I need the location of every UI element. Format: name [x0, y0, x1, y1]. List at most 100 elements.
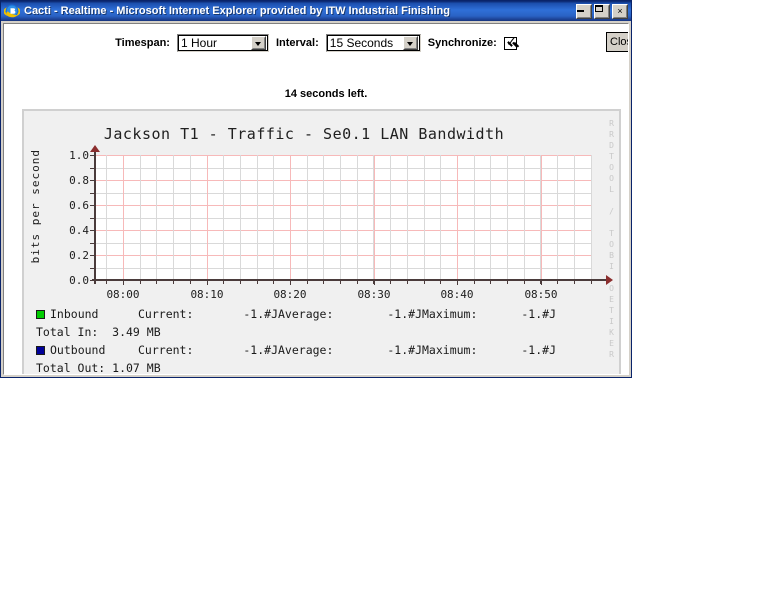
gridline-major-vertical [374, 155, 375, 280]
gridline-major-horizontal [95, 255, 592, 256]
legend-maximum-label: Maximum: [422, 307, 478, 321]
page-canvas: Timespan: 1 Hour Interval: 15 Seconds Sy… [3, 23, 629, 375]
gridline-major-horizontal [95, 155, 592, 156]
gridline-minor-vertical [440, 155, 441, 280]
gridline-minor-vertical [190, 155, 191, 280]
legend-color-swatch [36, 345, 45, 355]
y-axis-tick-label: 0.2 [69, 249, 89, 262]
gridline-minor-vertical [106, 155, 107, 280]
y-axis-tick-mark [90, 218, 95, 219]
gridline-major-horizontal [95, 205, 592, 206]
x-axis-tick-mark-minor [323, 281, 324, 284]
gridline-minor-vertical [540, 155, 541, 280]
chevron-down-icon[interactable] [402, 36, 418, 50]
synchronize-checkbox[interactable]: ✓ [503, 36, 517, 50]
legend-current-value: -1.#J [243, 307, 278, 321]
x-axis-tick-mark-minor [340, 281, 341, 284]
legend-average-value: -1.#J [387, 343, 422, 357]
browser-window: Cacti - Realtime - Microsoft Internet Ex… [0, 0, 632, 378]
timespan-select[interactable]: 1 Hour [176, 34, 269, 52]
graph-legend: Inbound Current: -1.#J Average: -1.#J Maximum… [36, 305, 616, 375]
x-axis-tick-mark-minor [273, 281, 274, 284]
legend-average-label: Average: [278, 343, 334, 357]
legend-row: Inbound Current: -1.#J Average: -1.#J Maximum… [36, 305, 616, 323]
x-axis-tick-mark-minor [123, 281, 124, 284]
legend-series-name: Outbound [50, 343, 106, 357]
y-axis-tick-label: 0.0 [69, 274, 89, 287]
gridline-minor-horizontal [95, 168, 592, 169]
gridline-minor-vertical [156, 155, 157, 280]
x-axis-line [92, 279, 607, 281]
minimize-button[interactable] [576, 3, 592, 19]
y-axis-tick-mark [90, 268, 95, 269]
x-axis-tick-mark-minor [524, 281, 525, 284]
x-axis-tick-label: 08:50 [524, 288, 558, 301]
y-axis-tick-mark [90, 193, 95, 194]
y-axis-tick-mark [90, 205, 95, 206]
legend-series-name: Inbound [50, 307, 99, 321]
internet-explorer-icon [4, 3, 20, 19]
close-button[interactable]: Close [606, 32, 628, 52]
gridline-minor-vertical [557, 155, 558, 280]
plot-area [95, 155, 592, 281]
x-axis-tick-mark-minor [373, 281, 374, 284]
x-axis-tick-mark-minor [457, 281, 458, 284]
y-axis-tick-label: 1.0 [69, 149, 89, 162]
gridline-minor-horizontal [95, 218, 592, 219]
y-axis-tick-mark [90, 255, 95, 256]
gridline-minor-vertical [390, 155, 391, 280]
gridline-minor-vertical [173, 155, 174, 280]
chevron-down-icon[interactable] [250, 36, 266, 50]
x-axis-tick-mark-minor [424, 281, 425, 284]
gridline-major-horizontal [95, 230, 592, 231]
legend-current-label: Current: [138, 307, 194, 321]
maximize-button[interactable] [594, 3, 610, 19]
gridline-minor-vertical [591, 155, 592, 280]
x-axis-tick-mark-minor [240, 281, 241, 284]
gridline-minor-vertical [507, 155, 508, 280]
x-axis-tick-mark-minor [173, 281, 174, 284]
legend-total-row: Total Out: 1.07 MB [36, 361, 161, 375]
gridline-major-vertical [207, 155, 208, 280]
x-axis-tick-label: 08:10 [190, 288, 224, 301]
legend-maximum-value: -1.#J [521, 343, 556, 357]
legend-current-value: -1.#J [243, 343, 278, 357]
y-axis-tick-label: 0.6 [69, 199, 89, 212]
x-axis-tick-mark-minor [156, 281, 157, 284]
y-axis-tick-mark [90, 168, 95, 169]
x-axis-tick-mark-minor [540, 281, 541, 284]
gridline-minor-vertical [340, 155, 341, 280]
x-axis-tick-label: 08:20 [273, 288, 307, 301]
countdown-text: 14 seconds left. [284, 88, 368, 100]
x-axis-tick-mark-minor [257, 281, 258, 284]
timespan-label: Timespan: [115, 37, 170, 49]
interval-select[interactable]: 15 Seconds [325, 34, 421, 52]
rrdtool-watermark: RRDTOOL / TOBI OETIKER [607, 119, 616, 361]
window-title-bar[interactable]: Cacti - Realtime - Microsoft Internet Ex… [1, 1, 631, 21]
x-axis-tick-mark-minor [223, 281, 224, 284]
y-axis-tick-label: 0.4 [69, 224, 89, 237]
x-axis-tick-mark-minor [507, 281, 508, 284]
legend-maximum-value: -1.#J [521, 307, 556, 321]
gridline-minor-vertical [357, 155, 358, 280]
gridline-minor-vertical [240, 155, 241, 280]
y-axis-tick-label: 0.8 [69, 174, 89, 187]
gridline-minor-vertical [223, 155, 224, 280]
gridline-minor-vertical [373, 155, 374, 280]
x-axis-tick-mark-minor [591, 281, 592, 284]
gridline-minor-vertical [407, 155, 408, 280]
y-axis-arrow-icon [90, 145, 100, 152]
legend-total-row: Total In: 3.49 MB [36, 325, 161, 339]
gridline-minor-horizontal [95, 243, 592, 244]
browser-client-area: Timespan: 1 Hour Interval: 15 Seconds Sy… [1, 21, 631, 377]
close-window-button[interactable]: × [612, 3, 628, 19]
x-axis-tick-mark-minor [140, 281, 141, 284]
legend-maximum-label: Maximum: [422, 343, 478, 357]
graph-title: Jackson T1 - Traffic - Se0.1 LAN Bandwid… [103, 125, 505, 143]
x-axis-tick-label: 08:00 [106, 288, 140, 301]
x-axis-tick-mark-minor [207, 281, 208, 284]
window-title-text: Cacti - Realtime - Microsoft Internet Ex… [24, 5, 450, 17]
gridline-minor-horizontal [95, 193, 592, 194]
y-axis-tick-mark [90, 230, 95, 231]
legend-color-swatch [36, 309, 45, 319]
